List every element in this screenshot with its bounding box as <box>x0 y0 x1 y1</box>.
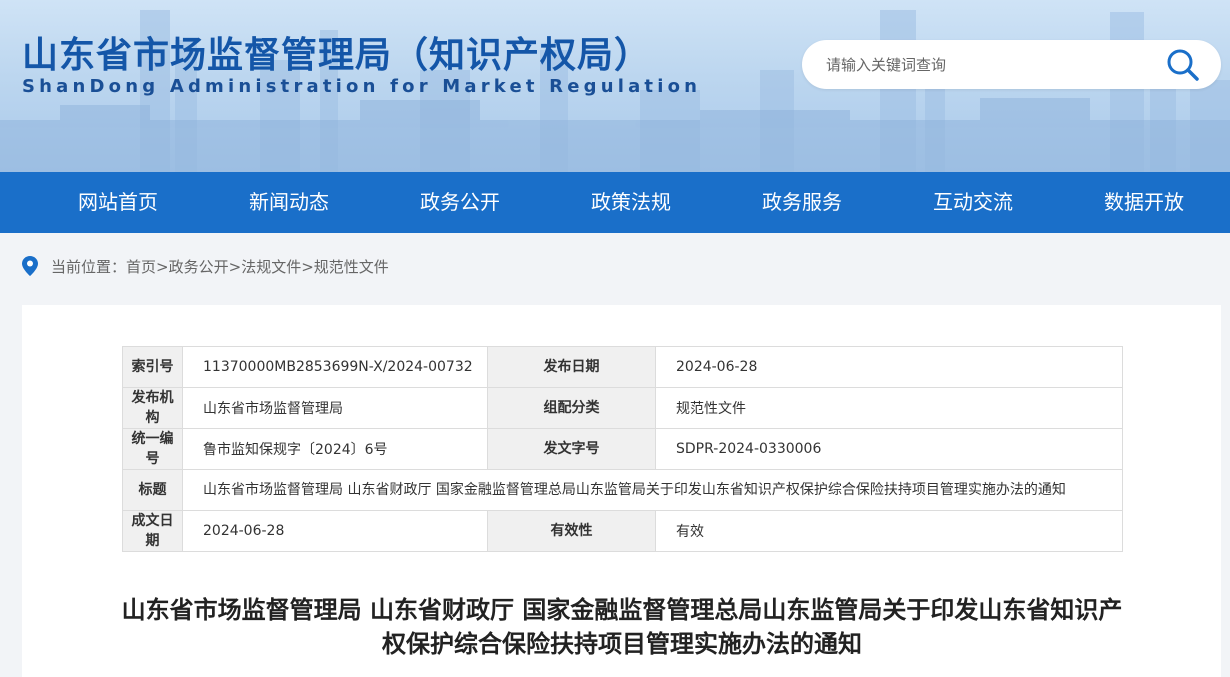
org-label: 发布机构 <box>122 387 183 429</box>
search-box <box>802 40 1221 89</box>
breadcrumb-separator: > <box>228 258 242 276</box>
breadcrumb-separator: > <box>301 258 314 276</box>
site-title: 山东省市场监督管理局（知识产权局） <box>22 35 652 76</box>
breadcrumb-prefix: 当前位置： <box>51 258 127 276</box>
nav-item-services[interactable]: 政务服务 <box>732 172 872 233</box>
location-pin-icon <box>22 256 38 276</box>
search-button[interactable] <box>1164 46 1202 84</box>
category-value: 规范性文件 <box>655 387 1123 429</box>
main-nav: 网站首页 新闻动态 政务公开 政策法规 政务服务 互动交流 数据开放 <box>0 172 1230 233</box>
nav-item-home[interactable]: 网站首页 <box>48 172 188 233</box>
table-row: 统一编号 鲁市监知保规字〔2024〕6号 发文字号 SDPR-2024-0330… <box>122 428 1123 470</box>
category-label: 组配分类 <box>487 387 656 429</box>
index-label: 索引号 <box>122 346 183 388</box>
document-metadata-table: 索引号 11370000MB2853699N-X/2024-00732 发布日期… <box>122 346 1123 552</box>
table-row: 成文日期 2024-06-28 有效性 有效 <box>122 510 1123 552</box>
code-value: 鲁市监知保规字〔2024〕6号 <box>182 428 488 470</box>
date-label: 发布日期 <box>487 346 656 388</box>
search-icon <box>1167 49 1199 81</box>
title-value: 山东省市场监督管理局 山东省财政厅 国家金融监督管理总局山东监管局关于印发山东省… <box>182 469 1123 511</box>
header-banner: 山东省市场监督管理局（知识产权局） ShanDong Administratio… <box>0 0 1230 172</box>
table-row: 索引号 11370000MB2853699N-X/2024-00732 发布日期… <box>122 346 1123 388</box>
table-row: 发布机构 山东省市场监督管理局 组配分类 规范性文件 <box>122 387 1123 429</box>
validity-value: 有效 <box>655 510 1123 552</box>
title-label: 标题 <box>122 469 183 511</box>
nav-item-policies[interactable]: 政策法规 <box>561 172 701 233</box>
code-label: 统一编号 <box>122 428 183 470</box>
breadcrumb-text: 当前位置：首页>政务公开>法规文件>规范性文件 <box>51 256 389 277</box>
org-value: 山东省市场监督管理局 <box>182 387 488 429</box>
formed-date-value: 2024-06-28 <box>182 510 488 552</box>
breadcrumb-gov-affairs[interactable]: 政务公开 <box>169 258 229 276</box>
document-title: 山东省市场监督管理局 山东省财政厅 国家金融监督管理总局山东监管局关于印发山东省… <box>121 596 1123 658</box>
site-subtitle: ShanDong Administration for Market Regul… <box>22 76 702 97</box>
nav-item-news[interactable]: 新闻动态 <box>219 172 359 233</box>
breadcrumb-separator: > <box>156 258 169 276</box>
breadcrumb-regulations[interactable]: 法规文件 <box>241 258 301 276</box>
table-row: 标题 山东省市场监督管理局 山东省财政厅 国家金融监督管理总局山东监管局关于印发… <box>122 469 1123 511</box>
formed-date-label: 成文日期 <box>122 510 183 552</box>
date-value: 2024-06-28 <box>655 346 1123 388</box>
docno-value: SDPR-2024-0330006 <box>655 428 1123 470</box>
docno-label: 发文字号 <box>487 428 656 470</box>
breadcrumb-normative-docs[interactable]: 规范性文件 <box>314 258 389 276</box>
breadcrumb-home[interactable]: 首页 <box>126 258 156 276</box>
index-value: 11370000MB2853699N-X/2024-00732 <box>182 346 488 388</box>
nav-item-interaction[interactable]: 互动交流 <box>903 172 1043 233</box>
nav-item-open-data[interactable]: 数据开放 <box>1074 172 1214 233</box>
validity-label: 有效性 <box>487 510 656 552</box>
nav-item-gov-affairs[interactable]: 政务公开 <box>390 172 530 233</box>
search-input[interactable] <box>826 50 1146 79</box>
content-card: 索引号 11370000MB2853699N-X/2024-00732 发布日期… <box>22 305 1221 677</box>
